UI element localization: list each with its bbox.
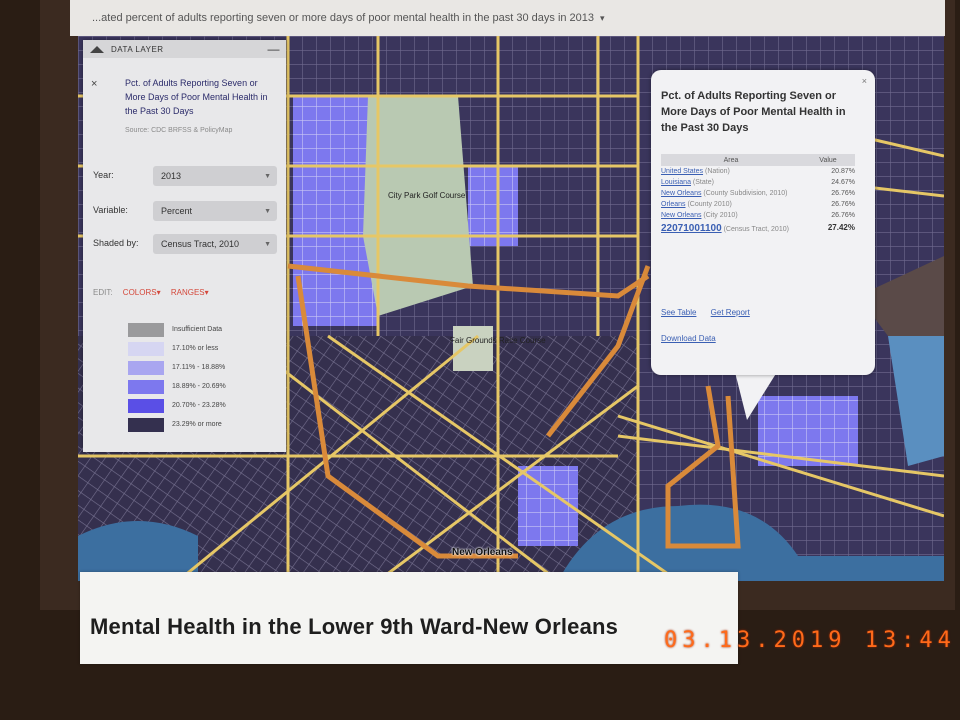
map-title-bar[interactable]: ...ated percent of adults reporting seve… bbox=[70, 0, 945, 36]
legend-item: 23.29% or more bbox=[128, 415, 226, 434]
legend-item: 17.11% - 18.88% bbox=[128, 358, 226, 377]
legend-label: 17.11% - 18.88% bbox=[172, 364, 226, 371]
legend: Insufficient Data 17.10% or less 17.11% … bbox=[128, 320, 226, 434]
area-value: 26.76% bbox=[831, 201, 855, 208]
table-row: 22071001100 (Census Tract, 2010) 27.42% bbox=[661, 221, 855, 236]
area-link[interactable]: Louisiana bbox=[661, 179, 691, 186]
chevron-down-icon[interactable]: ▾ bbox=[600, 13, 605, 24]
legend-swatch bbox=[128, 341, 164, 356]
variable-label: Variable: bbox=[93, 205, 128, 215]
edit-row: EDIT: COLORS▾ RANGES▾ bbox=[93, 288, 209, 297]
area-type: (Census Tract, 2010) bbox=[723, 226, 789, 233]
legend-label: Insufficient Data bbox=[172, 326, 223, 333]
table-row: United States (Nation) 20.87% bbox=[661, 166, 855, 177]
area-value: 27.42% bbox=[827, 223, 855, 232]
get-report-link[interactable]: Get Report bbox=[711, 308, 750, 317]
shaded-by-value: Census Tract, 2010 bbox=[161, 239, 240, 249]
data-layer-label: DATA LAYER bbox=[111, 44, 164, 54]
legend-swatch bbox=[128, 322, 164, 337]
legend-item: 17.10% or less bbox=[128, 339, 226, 358]
area-value: 24.67% bbox=[831, 179, 855, 186]
close-icon[interactable]: × bbox=[91, 78, 97, 90]
popup-title: Pct. of Adults Reporting Seven or More D… bbox=[661, 90, 846, 134]
shaded-by-label: Shaded by: bbox=[93, 238, 139, 248]
chevron-down-icon: ▼ bbox=[264, 240, 271, 248]
legend-item: 20.70% - 23.28% bbox=[128, 396, 226, 415]
slide-caption: Mental Health in the Lower 9th Ward-New … bbox=[80, 572, 738, 664]
area-link[interactable]: New Orleans bbox=[661, 212, 701, 219]
map-title: ...ated percent of adults reporting seve… bbox=[92, 12, 595, 24]
area-link[interactable]: United States bbox=[661, 168, 703, 175]
table-row: Orleans (County 2010) 26.76% bbox=[661, 199, 855, 210]
legend-label: 17.10% or less bbox=[172, 345, 219, 352]
chevron-down-icon: ▼ bbox=[264, 172, 271, 180]
area-value: 26.76% bbox=[831, 190, 855, 197]
download-data-link[interactable]: Download Data bbox=[661, 334, 716, 343]
data-layer-panel: DATA LAYER — × Pct. of Adults Reporting … bbox=[83, 40, 286, 452]
race-course-label: Fair Grounds Race Course bbox=[450, 336, 546, 345]
table-row: New Orleans (City 2010) 26.76% bbox=[661, 210, 855, 221]
close-icon[interactable]: × bbox=[862, 76, 867, 86]
table-row: Louisiana (State) 24.67% bbox=[661, 177, 855, 188]
legend-label: 23.29% or more bbox=[172, 421, 222, 428]
edit-label: EDIT: bbox=[93, 288, 113, 297]
shaded-by-select[interactable]: Census Tract, 2010 ▼ bbox=[153, 234, 277, 254]
value-column-header: Value bbox=[819, 156, 837, 164]
popup-links: See Table Get Report bbox=[661, 308, 762, 317]
golf-course-label: City Park Golf Course bbox=[388, 191, 466, 200]
variable-value: Percent bbox=[161, 206, 193, 216]
year-value: 2013 bbox=[161, 171, 182, 181]
area-type: (Nation) bbox=[704, 168, 730, 175]
values-table: Area Value United States (Nation) 20.87%… bbox=[661, 154, 855, 236]
colors-link[interactable]: COLORS▾ bbox=[123, 288, 161, 297]
area-value: 26.76% bbox=[831, 212, 855, 219]
area-link[interactable]: Orleans bbox=[661, 201, 686, 208]
legend-label: 20.70% - 23.28% bbox=[172, 402, 226, 409]
city-label: New Orleans bbox=[452, 547, 513, 558]
camera-timestamp: 03.13.2019 13:44 bbox=[664, 628, 956, 653]
year-label: Year: bbox=[93, 170, 114, 180]
year-select[interactable]: 2013 ▼ bbox=[153, 166, 277, 186]
chevron-down-icon: ▼ bbox=[264, 207, 271, 215]
area-column-header: Area bbox=[723, 156, 739, 164]
layer-title: Pct. of Adults Reporting Seven or More D… bbox=[125, 78, 268, 116]
area-type: (City 2010) bbox=[703, 212, 738, 219]
data-layer-header[interactable]: DATA LAYER — bbox=[83, 40, 286, 58]
tract-info-popup: × Pct. of Adults Reporting Seven or More… bbox=[651, 70, 875, 375]
legend-swatch bbox=[128, 379, 164, 394]
legend-swatch bbox=[128, 417, 164, 432]
ranges-link[interactable]: RANGES▾ bbox=[171, 288, 209, 297]
layers-icon bbox=[90, 46, 104, 53]
caption-text: Mental Health in the Lower 9th Ward-New … bbox=[90, 614, 619, 639]
area-link[interactable]: New Orleans bbox=[661, 190, 701, 197]
area-type: (State) bbox=[692, 179, 714, 186]
legend-label: 18.89% - 20.69% bbox=[172, 383, 226, 390]
table-header: Area Value bbox=[661, 154, 855, 166]
variable-select[interactable]: Percent ▼ bbox=[153, 201, 277, 221]
legend-item: Insufficient Data bbox=[128, 320, 226, 339]
popup-pointer bbox=[735, 372, 777, 420]
legend-swatch bbox=[128, 360, 164, 375]
layer-source: Source: CDC BRFSS & PolicyMap bbox=[125, 127, 233, 134]
see-table-link[interactable]: See Table bbox=[661, 308, 696, 317]
legend-swatch bbox=[128, 398, 164, 413]
area-type: (County 2010) bbox=[687, 201, 732, 208]
area-value: 20.87% bbox=[831, 168, 855, 175]
area-type: (County Subdivision, 2010) bbox=[703, 190, 788, 197]
legend-item: 18.89% - 20.69% bbox=[128, 377, 226, 396]
table-row: New Orleans (County Subdivision, 2010) 2… bbox=[661, 188, 855, 199]
collapse-icon[interactable]: — bbox=[268, 42, 281, 56]
census-tract-link[interactable]: 22071001100 bbox=[661, 223, 722, 234]
